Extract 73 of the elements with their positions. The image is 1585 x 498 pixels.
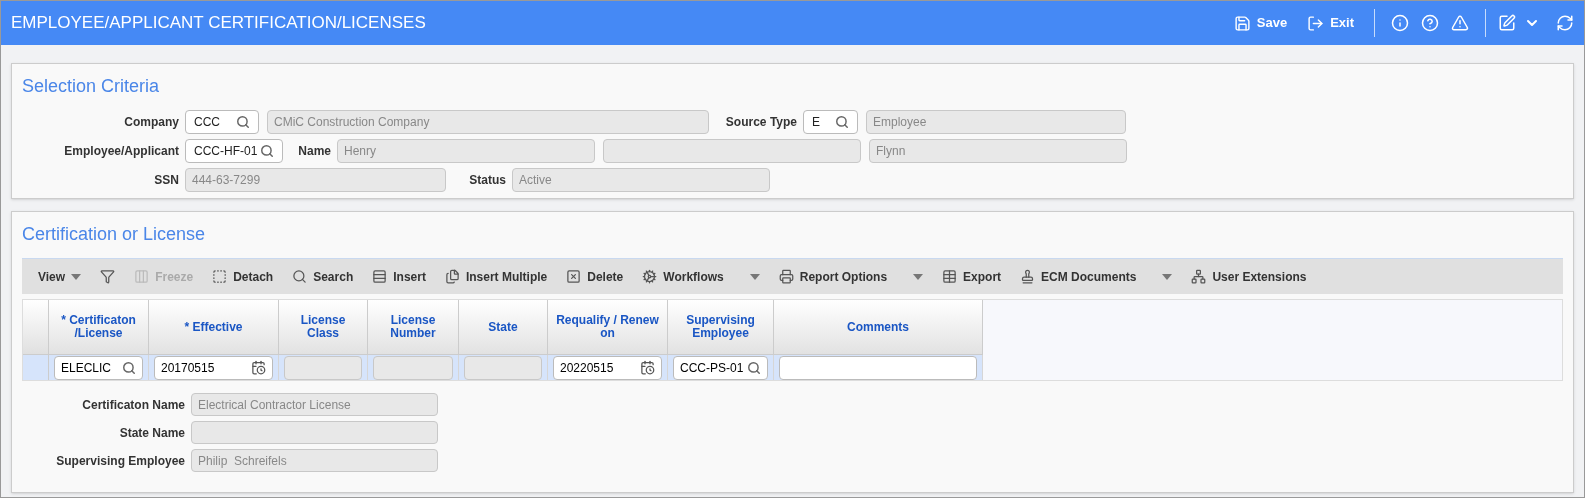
column-header[interactable]: Comments xyxy=(774,300,983,355)
lookup-field[interactable]: ELECLIC xyxy=(54,355,143,380)
edit-icon[interactable] xyxy=(1498,14,1516,32)
caret-icon xyxy=(749,273,760,280)
gears-icon xyxy=(642,269,658,284)
readonly-field: Electrical Contractor License xyxy=(191,393,438,416)
table-icon xyxy=(942,269,958,284)
toolbar-button[interactable]: Workflows xyxy=(634,262,768,291)
toolbar-button[interactable]: Delete xyxy=(558,262,632,291)
warning-icon[interactable] xyxy=(1451,14,1469,32)
toolbar-button[interactable]: Insert xyxy=(364,262,434,291)
search-icon xyxy=(835,115,849,129)
comment-field[interactable] xyxy=(779,355,977,380)
table-row[interactable]: ELECLIC 20170515 20220515 CCC-PS-01 xyxy=(23,355,983,380)
field-label: State Name xyxy=(118,424,185,442)
toolbar-button[interactable]: Detach xyxy=(204,262,282,291)
lookup-field[interactable]: E xyxy=(803,110,858,134)
refresh-icon[interactable] xyxy=(1556,14,1574,32)
toolbar-button[interactable]: Export xyxy=(934,262,1010,291)
exit-icon xyxy=(1307,14,1325,32)
toolbar-button[interactable]: User Extensions xyxy=(1183,262,1315,291)
lookup-field[interactable]: CCC xyxy=(185,110,259,134)
toolbar-button[interactable]: View xyxy=(30,262,90,291)
toolbar-button[interactable]: Insert Multiple xyxy=(436,262,556,291)
column-header[interactable]: State xyxy=(459,300,548,355)
column-header[interactable]: * Effective xyxy=(149,300,279,355)
search-icon xyxy=(747,360,761,375)
tree-icon xyxy=(1191,269,1207,284)
column-header[interactable]: Supervising Employee xyxy=(668,300,774,355)
field-label: Certificaton Name xyxy=(81,396,185,414)
readonly-field: 444-63-7299 xyxy=(185,168,446,192)
date-field[interactable]: 20220515 xyxy=(553,355,662,380)
toolbar-button[interactable]: Report Options xyxy=(770,262,932,291)
section-title: Certification or License xyxy=(22,223,207,246)
field-label: Company xyxy=(123,114,179,131)
field-label: Status xyxy=(468,172,506,189)
readonly-field: Flynn xyxy=(869,139,1127,163)
delete-icon xyxy=(566,269,582,284)
info-icon[interactable] xyxy=(1391,14,1409,32)
readonly-field: Philip Schreifels xyxy=(191,449,438,472)
readonly-field: Active xyxy=(512,168,770,192)
section-title: Selection Criteria xyxy=(22,75,161,98)
column-header[interactable]: * Certificaton /License xyxy=(49,300,149,355)
lookup-field[interactable]: CCC-HF-01 xyxy=(185,139,283,163)
toolbar-button[interactable]: Search xyxy=(284,262,362,291)
search-icon xyxy=(122,360,136,375)
print-icon xyxy=(778,269,794,284)
filter-icon xyxy=(100,269,116,284)
help-icon[interactable] xyxy=(1421,14,1439,32)
field-label: Employee/Applicant xyxy=(63,143,179,160)
field-label: Name xyxy=(297,143,331,160)
readonly-field: Employee xyxy=(866,110,1126,134)
search-icon xyxy=(236,115,250,129)
lookup-field[interactable]: CCC-PS-01 xyxy=(673,355,768,380)
calendar-icon xyxy=(251,360,266,375)
caret-icon xyxy=(71,273,82,280)
field-label: Source Type xyxy=(724,114,797,131)
column-header[interactable]: License Number xyxy=(368,300,459,355)
field-label: SSN xyxy=(153,172,179,189)
caret-icon xyxy=(1162,273,1173,280)
column-header[interactable]: License Class xyxy=(279,300,368,355)
readonly-field: Henry xyxy=(337,139,595,163)
window-title: EMPLOYEE/APPLICANT CERTIFICATION/LICENSES xyxy=(11,12,427,35)
column-header[interactable]: Requalify / Renew on xyxy=(548,300,668,355)
readonly-field: CMiC Construction Company xyxy=(267,110,709,134)
search-icon xyxy=(260,144,274,158)
search-icon xyxy=(292,269,308,284)
date-field[interactable]: 20170515 xyxy=(154,355,273,380)
calendar-icon xyxy=(640,360,655,375)
field-label: Supervising Employee xyxy=(55,452,185,470)
corner-header xyxy=(23,300,49,355)
toolbar-button[interactable]: ECM Documents xyxy=(1012,262,1181,291)
caret-icon xyxy=(913,273,924,280)
